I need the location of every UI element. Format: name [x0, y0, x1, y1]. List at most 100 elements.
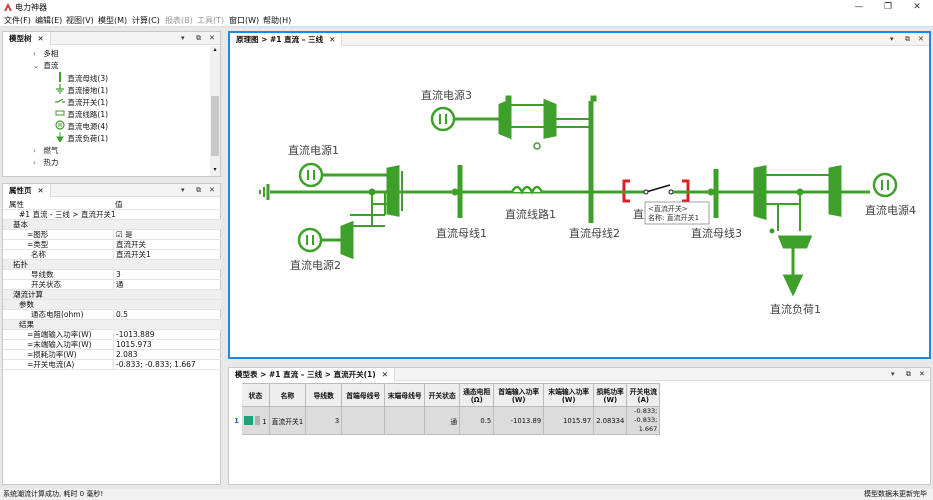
property-row[interactable]: =末端输入功率(W) 1015.973 — [3, 340, 221, 350]
property-row[interactable]: =损耗功率(W) 2.083 — [3, 350, 221, 360]
diagram-tab[interactable]: 原理图 > #1 直流 – 三线 ✕ — [230, 33, 343, 46]
property-value[interactable]: 1015.973 — [113, 340, 221, 350]
col-p-out[interactable]: 末端输入功率(W) — [543, 383, 595, 407]
float-icon[interactable]: ⧉ — [906, 368, 911, 381]
tree-item-dc-source[interactable]: 直流电源(4) — [55, 120, 108, 131]
maximize-button[interactable]: ❐ — [877, 1, 899, 13]
dropdown-icon[interactable]: ▾ — [890, 33, 894, 46]
cell-p-loss[interactable]: 2.08334 — [593, 406, 628, 435]
col-p-loss[interactable]: 损耗功率(W) — [593, 383, 628, 407]
property-tab[interactable]: 属性页 ✕ — [3, 184, 51, 197]
dc-source-2-icon[interactable] — [297, 192, 394, 260]
close-icon[interactable]: ✕ — [329, 35, 335, 44]
close-icon[interactable]: ✕ — [919, 368, 925, 381]
minimize-button[interactable]: — — [848, 1, 870, 13]
property-category[interactable]: ⌄参数 — [3, 300, 221, 310]
float-icon[interactable]: ⧉ — [196, 32, 201, 45]
cell-name[interactable]: 直流开关1 — [268, 406, 307, 435]
property-row[interactable]: 导线数 3 — [3, 270, 221, 280]
col-status[interactable]: 状态 — [241, 383, 270, 407]
close-icon[interactable]: ✕ — [38, 34, 44, 43]
tree-scrollbar[interactable]: ▴ ▾ — [210, 46, 220, 176]
model-table-tab[interactable]: 模型表 > #1 直流 – 三线 > 直流开关(1) ✕ — [229, 368, 395, 381]
tree-item-dc-load[interactable]: 直流负荷(1) — [55, 132, 108, 143]
dc-source-1-icon[interactable] — [298, 162, 388, 188]
col-current[interactable]: 开关电流(A) — [626, 383, 661, 407]
tree-item-multiphase[interactable]: › 多相 — [33, 48, 58, 59]
dropdown-icon[interactable]: ▾ — [181, 32, 185, 45]
cell-state[interactable]: 通 — [424, 406, 461, 435]
col-resistance[interactable]: 通态电阻(Ω) — [459, 383, 495, 407]
property-row[interactable]: 开关状态 通 — [3, 280, 221, 290]
tree-item-dc-bus[interactable]: 直流母线(3) — [55, 72, 108, 83]
close-icon[interactable]: ✕ — [209, 184, 215, 197]
dc-switch-1-icon[interactable] — [622, 179, 690, 203]
property-row[interactable]: =开关电流(A) -0.833; -0.833; 1.667 — [3, 360, 221, 370]
property-value[interactable]: 通 — [113, 280, 221, 290]
tree-item-heat[interactable]: › 热力 — [33, 157, 58, 168]
tree-item-dc-line[interactable]: 直流线路(1) — [55, 108, 108, 119]
menu-tools[interactable]: 工具(T) — [197, 15, 224, 26]
property-value[interactable]: 2.083 — [113, 350, 221, 360]
property-row[interactable]: 通态电阻(ohm) 0.5 — [3, 310, 221, 320]
status-cell[interactable]: 1 — [241, 406, 270, 435]
cell-p-out[interactable]: 1015.97 — [543, 406, 595, 435]
float-icon[interactable]: ⧉ — [905, 33, 910, 46]
table-row[interactable]: 1 1 直流开关1 3 通 0.5 -1013.89 1015.97 2.083… — [231, 406, 661, 435]
scroll-thumb[interactable] — [211, 96, 219, 156]
property-category[interactable]: ⌄拓扑 — [3, 260, 221, 270]
chevron-right-icon[interactable]: › — [33, 145, 41, 156]
col-p-in[interactable]: 首端输入功率(W) — [493, 383, 545, 407]
close-icon[interactable]: ✕ — [918, 33, 924, 46]
scroll-up-icon[interactable]: ▴ — [210, 46, 220, 53]
cell-p-in[interactable]: -1013.89 — [493, 406, 545, 435]
dropdown-icon[interactable]: ▾ — [891, 368, 895, 381]
property-row[interactable]: =类型 直流开关 — [3, 240, 221, 250]
menu-file[interactable]: 文件(F) — [4, 15, 31, 26]
dc-source-4-icon[interactable] — [872, 172, 898, 198]
property-value[interactable]: 3 — [113, 270, 221, 280]
menu-view[interactable]: 视图(V) — [66, 15, 94, 26]
dc-load-1-icon[interactable] — [777, 235, 813, 297]
col-wires[interactable]: 导线数 — [305, 383, 343, 407]
property-value[interactable]: 直流开关 — [113, 240, 221, 250]
tree-item-gas[interactable]: › 燃气 — [33, 145, 58, 156]
float-icon[interactable]: ⧉ — [196, 184, 201, 197]
property-category[interactable]: ⌄潮流计算 — [3, 290, 221, 300]
property-value[interactable]: -1013.889 — [113, 330, 221, 340]
property-value[interactable]: 直流开关1 — [113, 250, 221, 260]
scroll-down-icon[interactable]: ▾ — [210, 166, 220, 173]
checkbox-icon[interactable]: ☑ — [116, 230, 125, 239]
property-value[interactable]: ☑ 是 — [113, 230, 221, 240]
col-state[interactable]: 开关状态 — [424, 383, 461, 407]
menu-window[interactable]: 窗口(W) — [229, 15, 259, 26]
chevron-right-icon[interactable]: › — [33, 48, 41, 59]
cell-wires[interactable]: 3 — [305, 406, 343, 435]
tree-item-dc-switch[interactable]: 直流开关(1) — [55, 96, 108, 107]
chevron-right-icon[interactable]: › — [33, 157, 41, 168]
col-to-bus[interactable]: 末端母线号 — [384, 383, 426, 407]
property-row[interactable]: 名称 直流开关1 — [3, 250, 221, 260]
property-value[interactable]: -0.833; -0.833; 1.667 — [113, 360, 221, 370]
menu-report[interactable]: 报表(B) — [165, 15, 193, 26]
cell-current[interactable]: -0.833; -0.833; 1.667 — [626, 406, 661, 435]
close-icon[interactable]: ✕ — [209, 32, 215, 45]
close-icon[interactable]: ✕ — [38, 186, 44, 195]
property-category[interactable]: ⌄结果 — [3, 320, 221, 330]
dc-ground-icon[interactable] — [259, 184, 270, 200]
property-row[interactable]: =首端输入功率(W) -1013.889 — [3, 330, 221, 340]
tree-item-dc-ground[interactable]: 直流接地(1) — [55, 84, 108, 95]
cell-from-bus[interactable] — [341, 406, 386, 435]
property-value[interactable]: 0.5 — [113, 310, 221, 320]
cell-resistance[interactable]: 0.5 — [459, 406, 495, 435]
cell-to-bus[interactable] — [384, 406, 426, 435]
dc-line-1-icon[interactable] — [510, 185, 544, 195]
model-tree-tab[interactable]: 模型树 ✕ — [3, 32, 51, 45]
tree-item-dc[interactable]: ⌄ 直流 — [33, 60, 58, 71]
close-button[interactable]: ✕ — [906, 1, 928, 13]
dc-source-3-icon[interactable] — [430, 95, 597, 150]
chevron-down-icon[interactable]: ⌄ — [33, 60, 41, 71]
property-row[interactable]: =图形 ☑ 是 — [3, 230, 221, 240]
menu-edit[interactable]: 编辑(E) — [35, 15, 62, 26]
col-name[interactable]: 名称 — [268, 383, 307, 407]
